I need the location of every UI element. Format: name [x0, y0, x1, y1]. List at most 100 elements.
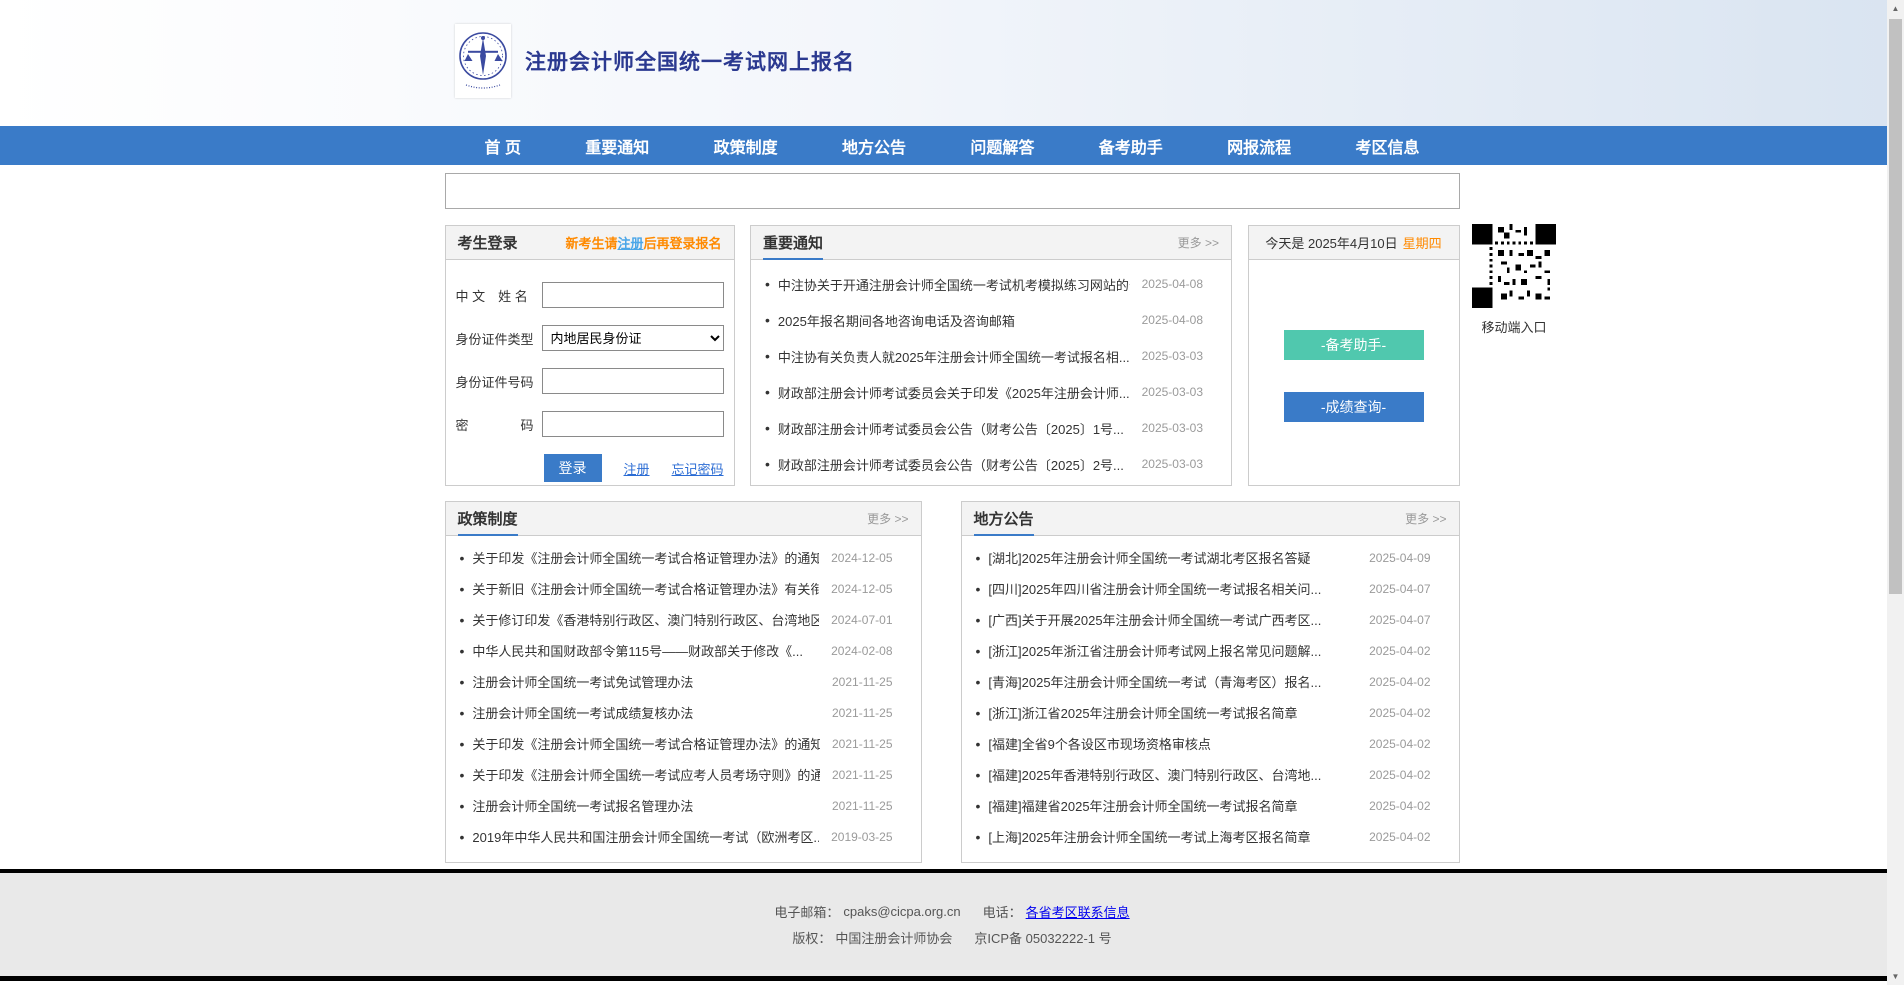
list-item: •[福建]2025年香港特别行政区、澳门特别行政区、台湾地...2025-04-…: [976, 759, 1431, 790]
local-link[interactable]: [青海]2025年注册会计师全国统一考试（青海考区）报名...: [988, 672, 1357, 691]
policy-link[interactable]: 关于印发《注册会计师全国统一考试应考人员考场守则》的通知: [472, 765, 820, 784]
item-date: 2025-04-02: [1369, 737, 1430, 751]
list-item: •[福建]福建省2025年注册会计师全国统一考试报名简章2025-04-02: [976, 790, 1431, 821]
notice-link[interactable]: 财政部注册会计师考试委员会公告（财考公告〔2025〕2号...: [778, 455, 1130, 474]
list-item: •[青海]2025年注册会计师全国统一考试（青海考区）报名...2025-04-…: [976, 666, 1431, 697]
scroll-up-icon[interactable]: ▲: [1887, 0, 1904, 17]
page-footer: 电子邮箱： cpaks@cicpa.org.cn 电话： 各省考区联系信息 版权…: [0, 869, 1904, 976]
list-item: •财政部注册会计师考试委员会公告（财考公告〔2025〕1号...2025-03-…: [765, 410, 1203, 446]
item-date: 2024-12-05: [831, 582, 892, 596]
policy-link[interactable]: 注册会计师全国统一考试报名管理办法: [472, 796, 820, 815]
scales-icon: [458, 29, 508, 93]
item-date: 2025-03-03: [1142, 349, 1203, 363]
bullet-icon: •: [765, 456, 770, 472]
policy-title: 政策制度: [458, 502, 518, 536]
bullet-icon: •: [976, 581, 981, 597]
contact-info-link[interactable]: 各省考区联系信息: [1026, 902, 1130, 921]
page-header: 注册会计师全国统一考试网上报名: [0, 0, 1904, 126]
local-list: •[湖北]2025年注册会计师全国统一考试湖北考区报名答疑2025-04-09 …: [962, 536, 1459, 852]
bullet-icon: •: [976, 612, 981, 628]
notice-link[interactable]: 中注协关于开通注册会计师全国统一考试机考模拟练习网站的公...: [778, 275, 1130, 294]
today-date: 今天是 2025年4月10日 星期四: [1265, 226, 1441, 259]
score-query-button[interactable]: -成绩查询-: [1284, 392, 1424, 422]
login-button[interactable]: 登录: [544, 454, 602, 482]
local-link[interactable]: [广西]关于开展2025年注册会计师全国统一考试广西考区...: [988, 610, 1357, 629]
local-link[interactable]: [湖北]2025年注册会计师全国统一考试湖北考区报名答疑: [988, 548, 1357, 567]
notice-link[interactable]: 2025年报名期间各地咨询电话及咨询邮箱: [778, 311, 1130, 330]
item-date: 2025-03-03: [1142, 385, 1203, 399]
scrollbar-thumb[interactable]: [1889, 19, 1902, 594]
local-link[interactable]: [福建]2025年香港特别行政区、澳门特别行政区、台湾地...: [988, 765, 1357, 784]
nav-item-home[interactable]: 首 页: [485, 134, 521, 158]
scrollbar[interactable]: ▲ ▼: [1887, 0, 1904, 985]
bullet-icon: •: [460, 705, 465, 721]
nav-item-helper[interactable]: 备考助手: [1099, 134, 1163, 158]
bullet-icon: •: [460, 767, 465, 783]
nav-item-process[interactable]: 网报流程: [1227, 134, 1291, 158]
new-user-hint: 新考生请注册后再登录报名: [565, 226, 721, 259]
item-date: 2025-03-03: [1142, 457, 1203, 471]
list-item: • 注册会计师全国统一考试报名管理办法 2021-11-25: [460, 790, 893, 821]
id-type-select[interactable]: 内地居民身份证: [542, 325, 724, 351]
nav-item-examarea[interactable]: 考区信息: [1355, 134, 1419, 158]
login-panel: 考生登录 新考生请注册后再登录报名 中 文 姓 名 身份证件类型 内地居民身份证: [445, 225, 735, 486]
local-link[interactable]: [福建]全省9个各设区市现场资格审核点: [988, 734, 1357, 753]
bullet-icon: •: [460, 798, 465, 814]
policy-link[interactable]: 注册会计师全国统一考试成绩复核办法: [472, 703, 820, 722]
list-item: •2019年中华人民共和国注册会计师全国统一考试（欧洲考区...2019-03-…: [460, 821, 893, 852]
notice-link[interactable]: 财政部注册会计师考试委员会关于印发《2025年注册会计师...: [778, 383, 1130, 402]
register-link[interactable]: 注册: [624, 459, 650, 478]
bullet-icon: •: [765, 348, 770, 364]
forgot-password-link[interactable]: 忘记密码: [672, 459, 724, 478]
notices-list: •中注协关于开通注册会计师全国统一考试机考模拟练习网站的公...2025-04-…: [751, 260, 1231, 482]
policy-link[interactable]: 注册会计师全国统一考试免试管理办法: [472, 672, 820, 691]
item-date: 2019-03-25: [831, 830, 892, 844]
name-input[interactable]: [542, 282, 724, 308]
register-inline-link[interactable]: 注册: [617, 233, 643, 252]
list-item: • [四川]2025年四川省注册会计师全国统一考试报名相关问... 2025-04-…: [976, 573, 1431, 604]
local-link[interactable]: [上海]2025年注册会计师全国统一考试上海考区报名简章: [988, 827, 1357, 846]
bullet-icon: •: [765, 420, 770, 436]
list-item: •财政部注册会计师考试委员会关于印发《2025年注册会计师...2025-03-…: [765, 374, 1203, 410]
email-value: cpaks@cicpa.org.cn: [843, 904, 960, 919]
notices-panel: 重要通知 更多 >> •中注协关于开通注册会计师全国统一考试机考模拟练习网站的公…: [750, 225, 1232, 486]
policy-link[interactable]: 关于修订印发《香港特别行政区、澳门特别行政区、台湾地区居...: [472, 610, 819, 629]
notices-more-link[interactable]: 更多 >>: [1178, 226, 1219, 259]
id-number-input[interactable]: [542, 368, 724, 394]
nav-item-qa[interactable]: 问题解答: [970, 134, 1034, 158]
nav-item-notices[interactable]: 重要通知: [585, 134, 649, 158]
email-label: 电子邮箱：: [774, 902, 839, 921]
item-date: 2021-11-25: [832, 799, 893, 813]
local-link[interactable]: [四川]2025年四川省注册会计师全国统一考试报名相关问...: [988, 579, 1357, 598]
policy-link[interactable]: 2019年中华人民共和国注册会计师全国统一考试（欧洲考区...: [472, 827, 819, 846]
local-link[interactable]: [福建]福建省2025年注册会计师全国统一考试报名简章: [988, 796, 1357, 815]
local-link[interactable]: [浙江]2025年浙江省注册会计师考试网上报名常见问题解...: [988, 641, 1357, 660]
nav-item-local[interactable]: 地方公告: [842, 134, 906, 158]
today-panel: 今天是 2025年4月10日 星期四 -备考助手- -成绩查询-: [1248, 225, 1460, 486]
notice-link[interactable]: 财政部注册会计师考试委员会公告（财考公告〔2025〕1号...: [778, 419, 1130, 438]
mobile-entry[interactable]: 移动端入口: [1468, 224, 1560, 336]
bullet-icon: •: [976, 767, 981, 783]
policy-more-link[interactable]: 更多 >>: [867, 502, 908, 535]
nav-item-policy[interactable]: 政策制度: [714, 134, 778, 158]
policy-link[interactable]: 关于新旧《注册会计师全国统一考试合格证管理办法》有关衔接...: [472, 579, 819, 598]
phone-label: 电话：: [983, 902, 1022, 921]
policy-link[interactable]: 中华人民共和国财政部令第115号——财政部关于修改《...: [472, 641, 819, 660]
item-date: 2021-11-25: [832, 706, 893, 720]
notice-link[interactable]: 中注协有关负责人就2025年注册会计师全国统一考试报名相...: [778, 347, 1130, 366]
exam-helper-button[interactable]: -备考助手-: [1284, 330, 1424, 360]
item-date: 2024-07-01: [831, 613, 892, 627]
scroll-down-icon[interactable]: ▼: [1887, 968, 1904, 985]
item-date: 2025-04-02: [1369, 706, 1430, 720]
bullet-icon: •: [976, 829, 981, 845]
local-panel: 地方公告 更多 >> •[湖北]2025年注册会计师全国统一考试湖北考区报名答疑…: [961, 501, 1460, 863]
policy-list: • 关于印发《注册会计师全国统一考试合格证管理办法》的通知 2024-12-05 •…: [446, 536, 921, 852]
item-date: 2025-04-07: [1369, 582, 1430, 596]
password-input[interactable]: [542, 411, 724, 437]
item-date: 2025-04-02: [1369, 799, 1430, 813]
policy-link[interactable]: 关于印发《注册会计师全国统一考试合格证管理办法》的通知: [472, 734, 820, 753]
policy-link[interactable]: 关于印发《注册会计师全国统一考试合格证管理办法》的通知: [472, 548, 819, 567]
local-link[interactable]: [浙江]浙江省2025年注册会计师全国统一考试报名简章: [988, 703, 1357, 722]
local-more-link[interactable]: 更多 >>: [1405, 502, 1446, 535]
policy-panel: 政策制度 更多 >> • 关于印发《注册会计师全国统一考试合格证管理办法》的通知 2…: [445, 501, 922, 863]
